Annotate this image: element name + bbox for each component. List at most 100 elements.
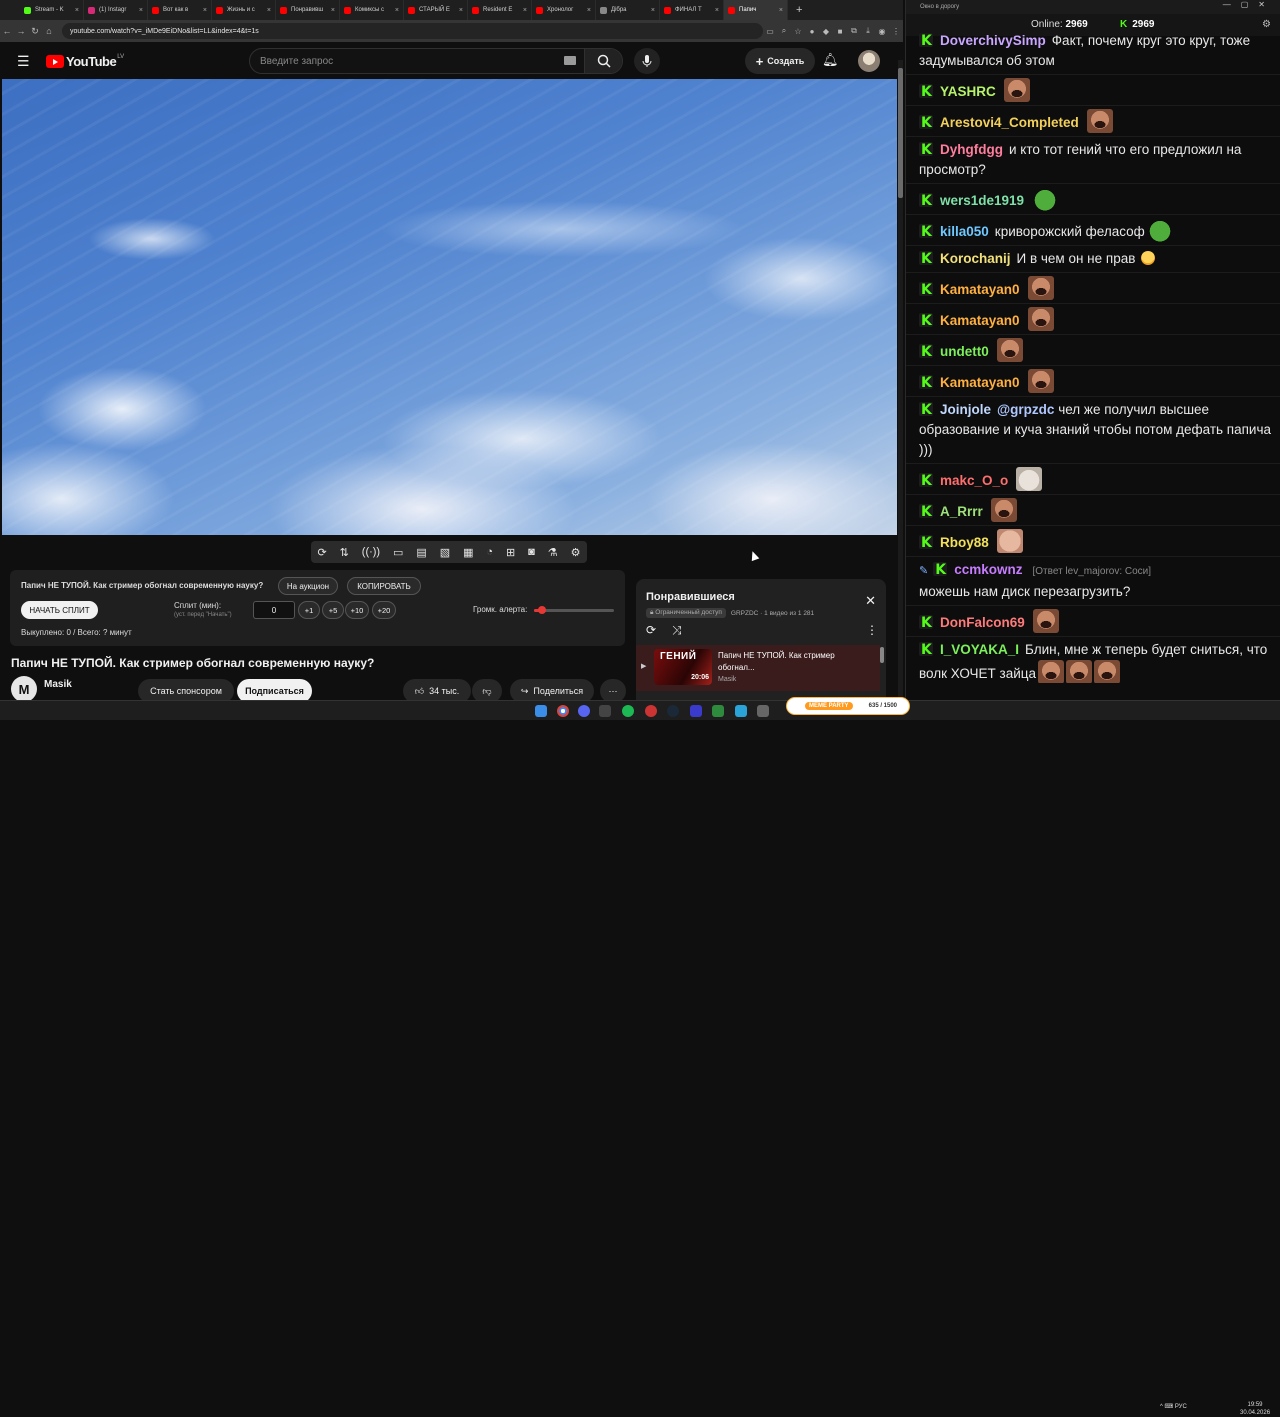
- start-windows-icon[interactable]: [535, 705, 547, 717]
- video-player[interactable]: [2, 79, 897, 535]
- chat-username[interactable]: makc_O_o: [940, 473, 1008, 488]
- chat-message[interactable]: Kamatayan0: [906, 366, 1280, 397]
- screen-add-icon[interactable]: ⊞: [506, 546, 515, 559]
- tab-close-icon[interactable]: ×: [203, 7, 207, 14]
- chrome-icon[interactable]: [557, 705, 569, 717]
- playlist-menu-icon[interactable]: ⋮: [866, 623, 878, 637]
- channel-info[interactable]: M Masik: [11, 676, 72, 702]
- notifications-bell-icon[interactable]: 🔔︎: [822, 52, 839, 68]
- page-scrollbar[interactable]: [898, 60, 903, 700]
- browser-tab[interactable]: Комиксы с ×: [340, 0, 404, 20]
- chat-username[interactable]: Dyhgfdgg: [940, 142, 1003, 157]
- chat-message[interactable]: Rboy88: [906, 526, 1280, 557]
- search-input[interactable]: Введите запрос: [260, 56, 333, 67]
- chat-username[interactable]: Rboy88: [940, 535, 989, 550]
- chat-username[interactable]: Korochanij: [940, 251, 1011, 266]
- browser-tab[interactable]: Понравивш ×: [276, 0, 340, 20]
- new-tab-icon[interactable]: +: [796, 4, 802, 16]
- tab-close-icon[interactable]: ×: [779, 7, 783, 14]
- channel-name[interactable]: Masik: [44, 679, 72, 690]
- chat-message[interactable]: Dyhgfdggи кто тот гений что его предложи…: [906, 137, 1280, 184]
- tab-close-icon[interactable]: ×: [459, 7, 463, 14]
- chat-message[interactable]: ✎ ccmkownz [Ответ lev_majorov: Соси] можешь…: [906, 557, 1280, 606]
- auction-button[interactable]: На аукцион: [278, 577, 338, 595]
- camera-icon[interactable]: ◙: [528, 546, 535, 558]
- browser-tab[interactable]: Вот как в ×: [148, 0, 212, 20]
- search-button[interactable]: [584, 49, 622, 73]
- bookmark-star-icon[interactable]: ☆: [791, 27, 805, 36]
- picture-icon[interactable]: ▧: [440, 546, 450, 559]
- tab-close-icon[interactable]: ×: [523, 7, 527, 14]
- playlist-scrollbar[interactable]: [880, 647, 884, 663]
- reply-reference[interactable]: [Ответ lev_majorov: Соси]: [1033, 566, 1152, 577]
- chat-username[interactable]: YASHRC: [940, 84, 996, 99]
- menu-dots-icon[interactable]: ⋮: [889, 27, 903, 36]
- chat-message[interactable]: Korochanij И в чем он не прав: [906, 246, 1280, 273]
- browser-tab[interactable]: Папич ×: [724, 0, 788, 20]
- chat-username[interactable]: A_Rrrr: [940, 504, 983, 519]
- tray-icons[interactable]: ^ ⌨: [1160, 1404, 1175, 1410]
- playlist-item-title[interactable]: Папич НЕ ТУПОЙ. Как стример обогнал...: [718, 650, 838, 674]
- chat-message-list[interactable]: DoverchivySimpФакт, почему круг это круг…: [906, 28, 1280, 683]
- chat-username[interactable]: Kamatayan0: [940, 375, 1020, 390]
- step-button-1[interactable]: +1: [298, 601, 320, 619]
- app-icon-5[interactable]: [757, 705, 769, 717]
- playlist-item[interactable]: ▶ ГЕНИЙ 20:06 Папич НЕ ТУПОЙ. Как стриме…: [636, 645, 880, 691]
- extensions-puzzle-icon[interactable]: ⧉: [847, 26, 861, 36]
- browser-tab[interactable]: Дібра ×: [596, 0, 660, 20]
- browser-tab[interactable]: Хронолог ×: [532, 0, 596, 20]
- tab-close-icon[interactable]: ×: [715, 7, 719, 14]
- vr-icon[interactable]: ▭: [393, 546, 403, 559]
- app-icon-1[interactable]: [599, 705, 611, 717]
- back-icon[interactable]: ←: [0, 26, 14, 36]
- install-icon[interactable]: ▭: [763, 27, 777, 36]
- settings-gear-icon[interactable]: ⚙: [571, 546, 581, 559]
- chat-message[interactable]: wers1de1919: [906, 184, 1280, 215]
- chat-message[interactable]: undett0: [906, 335, 1280, 366]
- alert-volume-knob[interactable]: [538, 606, 546, 614]
- start-split-button[interactable]: НАЧАТЬ СПЛИТ: [21, 601, 98, 619]
- chat-username[interactable]: Kamatayan0: [940, 313, 1020, 328]
- broadcast-icon[interactable]: ((·)): [362, 546, 380, 558]
- chat-message[interactable]: Joinjole@grpzdc чел же получил высшее об…: [906, 397, 1280, 464]
- playlist-item-thumbnail[interactable]: ГЕНИЙ 20:06: [654, 649, 712, 685]
- close-icon[interactable]: ✕: [865, 593, 876, 609]
- app-icon-3[interactable]: [690, 705, 702, 717]
- browser-tab[interactable]: Жизнь и с ×: [212, 0, 276, 20]
- chat-message[interactable]: DonFalcon69: [906, 606, 1280, 637]
- chat-message[interactable]: I_VOYAKA_IБлин, мне ж теперь будет снить…: [906, 637, 1280, 683]
- tab-close-icon[interactable]: ×: [395, 7, 399, 14]
- chat-username[interactable]: DoverchivySimp: [940, 33, 1046, 48]
- browser-tab[interactable]: (1) Instagr ×: [84, 0, 148, 20]
- language-indicator[interactable]: РУС: [1175, 1404, 1187, 1410]
- chat-username[interactable]: I_VOYAKA_I: [940, 642, 1019, 657]
- tab-close-icon[interactable]: ×: [75, 7, 79, 14]
- tab-close-icon[interactable]: ×: [651, 7, 655, 14]
- chat-message[interactable]: DoverchivySimpФакт, почему круг это круг…: [906, 28, 1280, 75]
- zoom-icon[interactable]: ⌕: [777, 26, 791, 36]
- chat-message[interactable]: Kamatayan0: [906, 273, 1280, 304]
- user-avatar[interactable]: [858, 50, 880, 72]
- app-icon-4[interactable]: [712, 705, 724, 717]
- chat-username[interactable]: killa050: [940, 224, 989, 239]
- chat-message[interactable]: Kamatayan0: [906, 304, 1280, 335]
- extension-icon-2[interactable]: ◆: [819, 27, 833, 36]
- extension-icon-3[interactable]: ■: [833, 27, 847, 36]
- copy-button[interactable]: КОПИРОВАТЬ: [347, 577, 421, 595]
- tab-close-icon[interactable]: ×: [331, 7, 335, 14]
- scrollbar-thumb[interactable]: [898, 68, 903, 198]
- reload-icon[interactable]: ↻: [28, 26, 42, 37]
- system-tray[interactable]: ^ ⌨ РУС: [1160, 1403, 1187, 1410]
- hamburger-menu-icon[interactable]: ☰: [17, 53, 30, 70]
- youtube-logo[interactable]: YouTube LV: [46, 54, 124, 69]
- chat-username[interactable]: Arestovi4_Completed: [940, 115, 1079, 130]
- tab-close-icon[interactable]: ×: [139, 7, 143, 14]
- extension-icon-1[interactable]: ●: [805, 27, 819, 36]
- meme-party-widget[interactable]: MEME PARTY 635 / 1500: [786, 697, 910, 715]
- clock[interactable]: 19:59 30.04.2026: [1240, 1401, 1270, 1417]
- browser-tab[interactable]: ФИНАЛ Т ×: [660, 0, 724, 20]
- search-box[interactable]: Введите запрос: [249, 48, 623, 74]
- chat-username[interactable]: wers1de1919: [940, 193, 1024, 208]
- step-button-10[interactable]: +10: [345, 601, 369, 619]
- chat-mention[interactable]: @grpzdc: [997, 402, 1054, 417]
